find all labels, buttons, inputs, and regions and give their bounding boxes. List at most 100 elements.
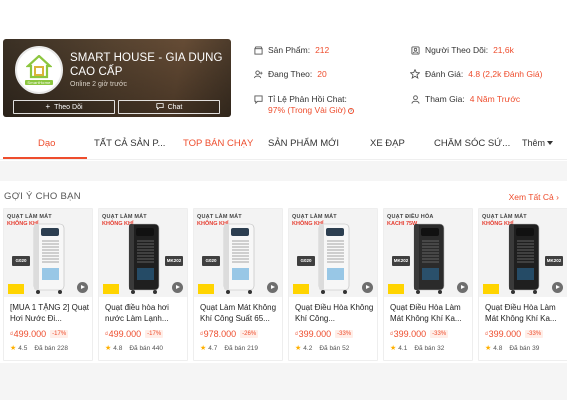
online-status: Online 2 giờ trước [70, 81, 128, 88]
price-row: ₫399.000 -33% [485, 329, 544, 339]
play-video-icon[interactable] [457, 282, 468, 293]
star-icon: ★ [105, 345, 112, 352]
air-cooler-image [413, 223, 445, 294]
tab-best-selling[interactable]: TOP BÁN CHẠY [183, 138, 253, 149]
product-card[interactable]: QUẠT ĐIỀU HÒA KACHI 75W MK202 Quạt Điều Hòa… [383, 208, 473, 361]
play-video-icon[interactable] [552, 282, 563, 293]
stat-following: Đang Theo: 20 [253, 69, 327, 79]
chevron-right-icon: › [556, 192, 559, 202]
image-heading: QUẠT LÀM MÁT [102, 214, 147, 220]
product-meta: ★ 4.1 Đã bán 32 [390, 344, 445, 353]
product-image[interactable]: QUẠT LÀM MÁT KHÔNG KHÍ MK202 [479, 209, 567, 297]
model-tag: MK202 [392, 256, 410, 266]
model-tag: MK202 [165, 256, 183, 266]
product-meta: ★ 4.8 Đã bán 440 [105, 344, 163, 353]
product-rating: 4.1 [398, 344, 408, 352]
discount-badge: -26% [240, 330, 259, 338]
product-image[interactable]: QUẠT LÀM MÁT KHÔNG KHÍ MK202 [99, 209, 187, 297]
chat-button[interactable]: Chat [118, 100, 220, 114]
product-card[interactable]: QUẠT LÀM MÁT KHÔNG KHÍ G020 [MUA 1 TẶNG 2] … [3, 208, 93, 361]
shop-banner: SmartHome SMART HOUSE - GIA DỤNG CAO CẤP… [3, 39, 231, 117]
play-video-icon[interactable] [362, 282, 373, 293]
shop-logo[interactable]: SmartHome [15, 46, 63, 94]
promo-sticker [8, 284, 24, 294]
tab-more[interactable]: Thêm [522, 138, 553, 148]
star-icon: ★ [10, 345, 17, 352]
chat-label: Chat [167, 103, 183, 111]
chat-bubble-icon [155, 102, 164, 112]
product-price: ₫399.000 [390, 329, 427, 339]
rating-value: 4.8 (2,2k Đánh Giá) [468, 69, 543, 79]
house-logo-icon [26, 55, 52, 79]
following-count: 20 [317, 69, 327, 79]
follow-button[interactable]: + Theo Dõi [13, 100, 115, 114]
product-card[interactable]: QUẠT LÀM MÁT KHÔNG KHÍ G020 Quạt Làm Mát Kh… [193, 208, 283, 361]
product-title[interactable]: [MUA 1 TẶNG 2] Quạt Hơi Nước Đi... [10, 303, 90, 324]
product-card[interactable]: QUẠT LÀM MÁT KHÔNG KHÍ MK202 Quạt Điều Hòa … [478, 208, 567, 361]
product-image[interactable]: QUẠT LÀM MÁT KHÔNG KHÍ G020 [4, 209, 92, 297]
see-all-link[interactable]: Xem Tất Cả › [509, 192, 559, 202]
add-user-icon [253, 69, 263, 79]
product-card[interactable]: QUẠT LÀM MÁT KHÔNG KHÍ MK202 Quạt điều hòa … [98, 208, 188, 361]
product-title[interactable]: Quạt Điều Hòa Không Khí Công... [295, 303, 375, 324]
product-image[interactable]: QUẠT ĐIỀU HÒA KACHI 75W MK202 [384, 209, 472, 297]
sold-count: Đã bán 228 [34, 344, 68, 352]
product-title[interactable]: Quạt điều hòa hơi nước Làm Lạnh... [105, 303, 185, 324]
image-heading: QUẠT LÀM MÁT [7, 214, 52, 220]
product-rating: 4.7 [208, 344, 218, 352]
stat-followers: Người Theo Dõi: 21,6k [410, 45, 514, 55]
discount-badge: -17% [145, 330, 164, 338]
active-tab-indicator [3, 157, 87, 159]
sold-count: Đã bán 440 [129, 344, 163, 352]
product-title[interactable]: Quạt Điều Hòa Làm Mát Không Khí Ka... [485, 303, 565, 324]
promo-sticker [198, 284, 214, 294]
air-cooler-image [318, 223, 350, 294]
model-tag: MK202 [545, 256, 563, 266]
chat-response-rate: 97% (Trong Vài Giờ) [268, 105, 347, 115]
star-icon: ★ [485, 345, 492, 352]
image-heading: QUẠT ĐIỀU HÒA [387, 214, 434, 220]
sold-count: Đã bán 52 [319, 344, 350, 352]
play-video-icon[interactable] [77, 282, 88, 293]
product-price: ₫978.000 [200, 329, 237, 339]
discount-badge: -33% [430, 330, 449, 338]
product-image[interactable]: QUẠT LÀM MÁT KHÔNG KHÍ G020 [289, 209, 377, 297]
model-tag: G020 [297, 256, 315, 266]
followers-count: 21,6k [493, 45, 514, 55]
product-title[interactable]: Quạt Làm Mát Không Khí Công Suất 65... [200, 303, 280, 324]
product-title[interactable]: Quạt Điều Hòa Làm Mát Không Khí Ka... [390, 303, 470, 324]
play-video-icon[interactable] [172, 282, 183, 293]
tab-new-products[interactable]: SẢN PHẨM MỚI [268, 138, 339, 149]
play-video-icon[interactable] [267, 282, 278, 293]
shop-stats: Sản Phẩm: 212 Đang Theo: 20 Tỉ Lệ Phản H… [253, 42, 563, 115]
promo-sticker [293, 284, 309, 294]
tab-bicycles[interactable]: XE ĐẠP [370, 138, 405, 149]
product-price: ₫399.000 [295, 329, 332, 339]
model-tag: G020 [12, 256, 30, 266]
product-card[interactable]: QUẠT LÀM MÁT KHÔNG KHÍ G020 Quạt Điều Hòa K… [288, 208, 378, 361]
image-heading: QUẠT LÀM MÁT [482, 214, 527, 220]
users-icon [410, 45, 420, 55]
caret-down-icon [547, 140, 553, 145]
price-row: ₫399.000 -33% [390, 329, 449, 339]
tab-dao[interactable]: Dạo [38, 138, 55, 149]
stat-rating: Đánh Giá: 4.8 (2,2k Đánh Giá) [410, 69, 542, 79]
product-rating: 4.5 [18, 344, 28, 352]
product-meta: ★ 4.8 Đã bán 39 [485, 344, 540, 353]
product-meta: ★ 4.7 Đã bán 219 [200, 344, 258, 353]
promo-sticker [483, 284, 499, 294]
help-icon[interactable]: ? [348, 107, 355, 114]
user-icon [410, 94, 420, 104]
sold-count: Đã bán 219 [224, 344, 258, 352]
price-row: ₫499.000 -17% [10, 329, 69, 339]
sold-count: Đã bán 39 [509, 344, 540, 352]
tab-all-products[interactable]: TẤT CẢ SẢN P... [94, 138, 165, 149]
chat-icon [253, 94, 263, 104]
product-price: ₫499.000 [105, 329, 142, 339]
air-cooler-image [223, 223, 255, 294]
image-heading: QUẠT LÀM MÁT [197, 214, 242, 220]
tab-health-care[interactable]: CHĂM SÓC SỨ... [434, 138, 510, 149]
product-image[interactable]: QUẠT LÀM MÁT KHÔNG KHÍ G020 [194, 209, 282, 297]
section-title: GỢI Ý CHO BẠN [4, 191, 81, 202]
sold-count: Đã bán 32 [414, 344, 445, 352]
